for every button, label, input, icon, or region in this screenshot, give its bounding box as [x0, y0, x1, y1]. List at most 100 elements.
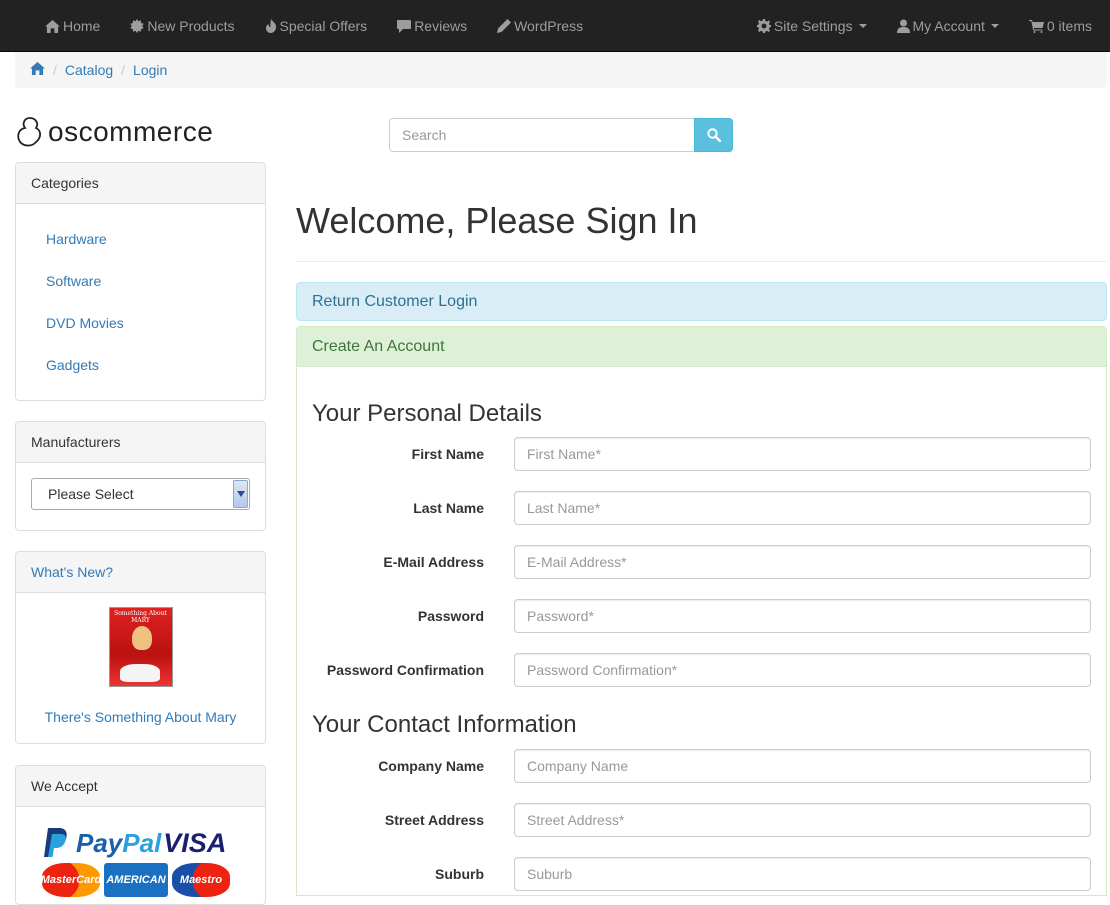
select-arrow-icon — [233, 480, 248, 508]
mastercard-logo: MasterCard — [42, 863, 100, 897]
nav-wordpress[interactable]: WordPress — [482, 0, 598, 52]
category-item: DVD Movies — [46, 302, 265, 344]
breadcrumb: / Catalog / Login — [15, 52, 1107, 88]
cover-dog — [119, 664, 160, 682]
company-name-label: Company Name — [378, 758, 484, 774]
caret-down-icon — [990, 24, 999, 28]
nav-reviews-label: Reviews — [414, 18, 468, 34]
nav-special-offers-label: Special Offers — [279, 18, 368, 34]
nav-site-settings-label: Site Settings — [773, 18, 853, 34]
email-input[interactable] — [514, 545, 1091, 579]
nav-site-settings[interactable]: Site Settings — [742, 0, 882, 52]
whats-new-heading: What's New? — [16, 552, 265, 593]
search-button[interactable] — [694, 118, 733, 152]
nav-my-account[interactable]: My Account — [882, 0, 1014, 52]
nav-home-label: Home — [63, 18, 101, 34]
create-account-label: Create An Account — [312, 337, 445, 355]
category-item: Gadgets — [46, 344, 265, 386]
personal-details-title: Your Personal Details — [312, 400, 542, 427]
password-input[interactable] — [514, 599, 1091, 633]
we-accept-heading: We Accept — [16, 766, 265, 807]
nav-cart[interactable]: 0 items — [1014, 0, 1107, 52]
first-name-input[interactable] — [514, 437, 1091, 471]
last-name-label: Last Name — [413, 500, 484, 516]
store-logo[interactable]: oscommerce — [16, 116, 213, 148]
oscommerce-logo-icon — [17, 117, 42, 147]
pencil-icon — [497, 19, 512, 33]
first-name-label: First Name — [411, 446, 484, 462]
category-link-gadgets[interactable]: Gadgets — [46, 357, 99, 373]
home-icon — [45, 19, 60, 33]
nav-reviews[interactable]: Reviews — [382, 0, 482, 52]
last-name-input[interactable] — [514, 491, 1091, 525]
nav-wordpress-label: WordPress — [514, 18, 584, 34]
contact-information-title: Your Contact Information — [312, 711, 577, 738]
whats-new-body: Something About MARY There's Something A… — [16, 593, 265, 725]
paypal-logo: PayPal — [76, 828, 161, 859]
categories-list: Hardware Software DVD Movies Gadgets — [16, 204, 265, 394]
create-account-heading[interactable]: Create An Account — [297, 327, 1106, 367]
return-customer-login-panel[interactable]: Return Customer Login — [296, 282, 1107, 321]
nav-special-offers[interactable]: Special Offers — [250, 0, 383, 52]
paypal-visa-row: PayPal VISA — [42, 825, 265, 861]
category-item: Hardware — [46, 218, 265, 260]
maestro-logo: Maestro — [172, 863, 230, 897]
shopping-cart-icon — [1028, 19, 1044, 33]
breadcrumb-separator: / — [121, 62, 126, 78]
category-link-software[interactable]: Software — [46, 273, 101, 289]
nav-new-products[interactable]: New Products — [115, 0, 249, 52]
home-icon — [30, 62, 45, 75]
password-confirmation-label: Password Confirmation — [326, 662, 484, 678]
manufacturers-heading: Manufacturers — [16, 422, 265, 463]
manufacturers-select-value: Please Select — [48, 486, 134, 502]
product-image[interactable]: Something About MARY — [108, 607, 173, 687]
paypal-pay-text: Pay — [76, 827, 123, 858]
category-link-hardware[interactable]: Hardware — [46, 231, 107, 247]
page-title: Welcome, Please Sign In — [296, 200, 698, 241]
category-item: Software — [46, 260, 265, 302]
breadcrumb-separator: / — [53, 62, 57, 78]
title-divider — [296, 261, 1107, 262]
nav-home[interactable]: Home — [30, 0, 115, 52]
manufacturers-panel: Manufacturers Please Select — [15, 421, 266, 531]
breadcrumb-home[interactable] — [30, 62, 45, 78]
cog-icon — [756, 19, 771, 33]
company-name-input[interactable] — [514, 749, 1091, 783]
visa-logo: VISA — [163, 827, 227, 858]
return-customer-login-label: Return Customer Login — [312, 292, 478, 310]
manufacturers-select[interactable]: Please Select — [31, 478, 250, 510]
product-name-link[interactable]: There's Something About Mary — [16, 709, 265, 725]
nav-my-account-label: My Account — [912, 18, 985, 34]
nav-cart-label: 0 items — [1046, 18, 1092, 34]
category-link-dvd-movies[interactable]: DVD Movies — [46, 315, 124, 331]
street-address-input[interactable] — [514, 803, 1091, 837]
breadcrumb-catalog[interactable]: Catalog — [65, 62, 113, 78]
certificate-icon — [130, 19, 145, 33]
cover-figure — [131, 626, 152, 650]
paypal-icon — [44, 828, 67, 857]
search-input[interactable] — [389, 118, 694, 152]
comment-icon — [397, 19, 412, 33]
navbar-left: Home New Products Special Offers Reviews… — [30, 0, 598, 52]
caret-down-icon — [858, 24, 867, 28]
product-cover-title: Something About MARY — [114, 610, 167, 624]
payment-logos: PayPal VISA MasterCard AMERICAN Maestro — [16, 807, 265, 897]
whats-new-panel: What's New? Something About MARY There's… — [15, 551, 266, 744]
top-navbar: Home New Products Special Offers Reviews… — [0, 0, 1110, 52]
amex-logo: AMERICAN — [104, 863, 168, 897]
street-address-label: Street Address — [384, 812, 484, 828]
we-accept-panel: We Accept PayPal VISA MasterCard AMERICA… — [15, 765, 266, 905]
fire-icon — [265, 19, 276, 33]
navbar-right: Site Settings My Account 0 items — [742, 0, 1107, 52]
user-icon — [896, 19, 910, 33]
password-confirmation-input[interactable] — [514, 653, 1091, 687]
search-icon — [706, 128, 721, 142]
nav-new-products-label: New Products — [147, 18, 235, 34]
password-label: Password — [417, 608, 484, 624]
categories-panel: Categories Hardware Software DVD Movies … — [15, 162, 266, 401]
whats-new-link[interactable]: What's New? — [31, 564, 113, 580]
breadcrumb-login[interactable]: Login — [133, 62, 167, 78]
email-label: E-Mail Address — [383, 554, 484, 570]
card-logos-row: MasterCard AMERICAN Maestro — [42, 863, 265, 897]
categories-heading: Categories — [16, 163, 265, 204]
